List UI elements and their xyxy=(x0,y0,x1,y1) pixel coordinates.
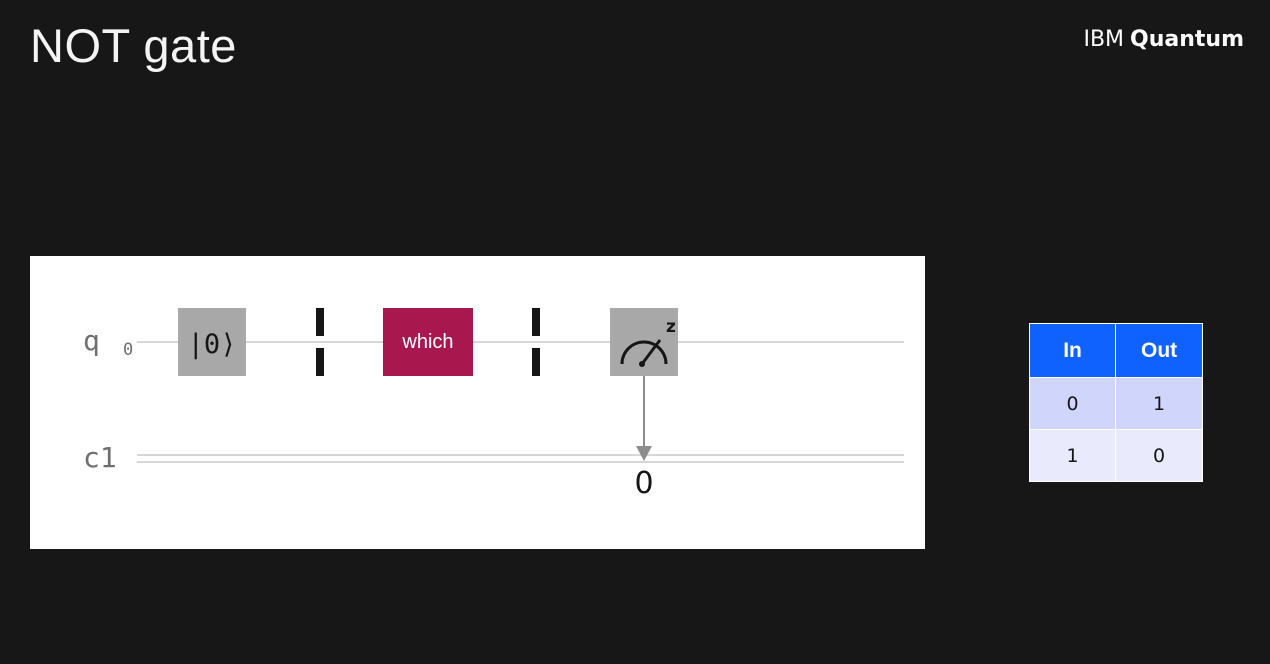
qubit-index: 0 xyxy=(123,340,133,360)
brand-logo: IBM Quantum xyxy=(1083,27,1244,52)
barrier-1-bottom xyxy=(316,348,324,376)
measure-basis-label: z xyxy=(666,317,676,337)
barrier-2-top xyxy=(532,308,540,336)
circuit-diagram: q 0 c1 |0⟩ which z 0 xyxy=(30,256,925,549)
measure-bit-label: 0 xyxy=(634,466,653,501)
qubit-label: q xyxy=(83,324,100,357)
cell-out: 0 xyxy=(1115,429,1203,482)
barrier-2-bottom xyxy=(532,348,540,376)
barrier-1-top xyxy=(316,308,324,336)
reset-gate-label: |0⟩ xyxy=(188,329,237,360)
cell-out: 1 xyxy=(1115,377,1203,430)
cell-in: 0 xyxy=(1028,377,1117,430)
header-out: Out xyxy=(1115,323,1203,378)
cell-in: 1 xyxy=(1028,429,1117,482)
which-gate-label: which xyxy=(401,331,453,353)
brand-prefix: IBM xyxy=(1083,27,1125,52)
circuit-svg: q 0 c1 |0⟩ which z 0 xyxy=(83,308,904,501)
slide-title: NOT gate xyxy=(30,19,237,72)
measure-arrowhead xyxy=(636,446,652,461)
brand-name: Quantum xyxy=(1130,27,1244,52)
meter-pivot xyxy=(639,361,645,367)
truth-table-header-row: In Out xyxy=(1028,323,1203,378)
header-in: In xyxy=(1028,323,1117,378)
truth-table: In Out 0 1 1 0 xyxy=(1028,323,1203,482)
table-row: 1 0 xyxy=(1028,429,1203,482)
classical-label: c1 xyxy=(83,441,117,474)
table-row: 0 1 xyxy=(1028,377,1203,430)
